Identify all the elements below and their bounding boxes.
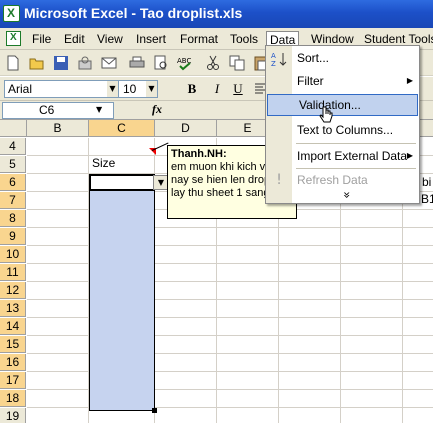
menu-item-text-to-columns[interactable]: Text to Columns...: [266, 119, 419, 141]
row-header[interactable]: 14: [0, 318, 26, 335]
column-header-b[interactable]: B: [27, 120, 89, 137]
row-header[interactable]: 4: [0, 138, 26, 155]
row-header[interactable]: 5: [0, 156, 26, 173]
row-header[interactable]: 6: [0, 174, 26, 191]
menu-insert[interactable]: Insert: [133, 31, 169, 47]
submenu-arrow-icon: ▶: [406, 76, 413, 85]
cell-partial-text: bi: [422, 175, 432, 189]
submenu-arrow-icon: ▶: [406, 151, 413, 160]
column-header-c[interactable]: C: [89, 120, 155, 137]
row-header[interactable]: 19: [0, 408, 26, 423]
row-header[interactable]: 12: [0, 282, 26, 299]
menu-tools[interactable]: Tools: [227, 31, 261, 47]
gridline: [27, 335, 433, 336]
copy-icon[interactable]: [228, 54, 246, 72]
row-header[interactable]: 18: [0, 390, 26, 407]
row-header[interactable]: 13: [0, 300, 26, 317]
active-cell[interactable]: [89, 174, 155, 191]
spelling-icon[interactable]: ABC: [176, 54, 194, 72]
gridline: [27, 353, 433, 354]
fill-handle[interactable]: [152, 408, 157, 413]
row-header[interactable]: 7: [0, 192, 26, 209]
gridline: [27, 245, 433, 246]
print-preview-icon[interactable]: [152, 54, 170, 72]
select-all-corner[interactable]: [0, 120, 27, 137]
font-name-dropdown-icon[interactable]: ▼: [107, 81, 118, 97]
insert-function-button[interactable]: fx: [152, 102, 162, 117]
name-box-value: C6: [39, 103, 55, 117]
name-box-dropdown-icon[interactable]: ▼: [96, 105, 102, 114]
print-icon[interactable]: [128, 54, 146, 72]
menu-item-filter[interactable]: Filter ▶: [266, 70, 419, 92]
menu-item-validation[interactable]: Validation...: [267, 94, 418, 116]
title-bar: Microsoft Excel - Tao droplist.xls: [0, 0, 433, 28]
cell-c5[interactable]: Size: [92, 156, 115, 170]
cell-partial-text: B1: [421, 192, 433, 206]
menu-item-label: Filter: [297, 74, 324, 88]
menu-item-sort[interactable]: Sort...: [266, 47, 419, 69]
save-icon[interactable]: [52, 54, 70, 72]
new-icon[interactable]: [4, 54, 22, 72]
data-menu-dropdown: AZ Sort... Filter ▶ Validation... Text t…: [265, 45, 420, 204]
excel-app-icon[interactable]: [3, 5, 20, 22]
gridline: [27, 371, 433, 372]
row-header[interactable]: 16: [0, 354, 26, 371]
row-header[interactable]: 17: [0, 372, 26, 389]
column-header-d[interactable]: D: [155, 120, 217, 137]
selected-range[interactable]: [89, 174, 155, 411]
row-header[interactable]: 9: [0, 228, 26, 245]
menu-item-label: Import External Data: [297, 149, 408, 163]
menu-edit[interactable]: Edit: [61, 31, 88, 47]
menu-item-import-external-data[interactable]: Import External Data ▶: [266, 145, 419, 167]
menu-format[interactable]: Format: [177, 31, 221, 47]
menu-file[interactable]: File: [29, 31, 54, 47]
menu-view[interactable]: View: [94, 31, 126, 47]
gridline: [27, 227, 433, 228]
row-header[interactable]: 15: [0, 336, 26, 353]
gridline: [27, 389, 433, 390]
permission-icon[interactable]: [76, 54, 94, 72]
mouse-cursor-icon: [319, 106, 333, 129]
window-title: Microsoft Excel - Tao droplist.xls: [24, 5, 243, 21]
cut-icon[interactable]: [204, 54, 222, 72]
gridline: [27, 317, 433, 318]
gridline: [27, 263, 433, 264]
menu-separator: [296, 143, 416, 144]
open-icon[interactable]: [28, 54, 46, 72]
bold-button[interactable]: B: [183, 80, 201, 98]
expand-menu-chevron[interactable]: »: [339, 185, 354, 205]
email-icon[interactable]: [100, 54, 118, 72]
gridline: [27, 299, 433, 300]
row-header[interactable]: 10: [0, 246, 26, 263]
italic-button[interactable]: I: [208, 80, 226, 98]
font-size-dropdown-icon[interactable]: ▼: [146, 81, 157, 97]
workbook-icon[interactable]: [6, 31, 21, 46]
gridline: [27, 407, 433, 408]
font-size-value: 10: [123, 82, 137, 96]
row-header[interactable]: 11: [0, 264, 26, 281]
row-header[interactable]: 8: [0, 210, 26, 227]
font-name-value: Arial: [8, 82, 33, 96]
underline-button[interactable]: U: [229, 80, 247, 98]
gridline: [27, 281, 433, 282]
